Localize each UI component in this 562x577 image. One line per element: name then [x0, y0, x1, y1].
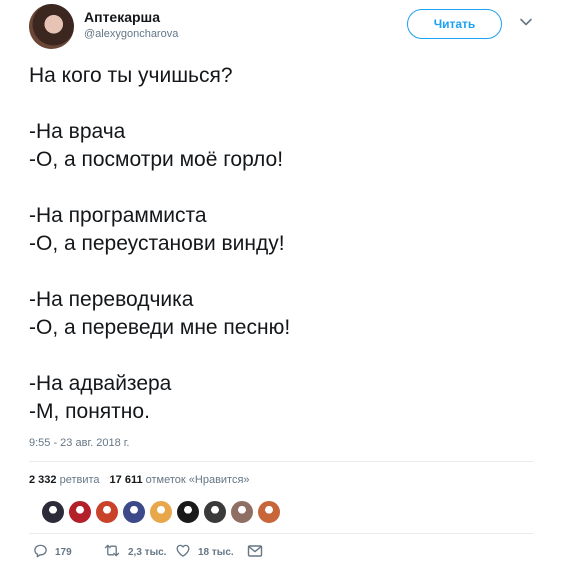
tweet-stats: 2 332 ретвита 17 611 отметок «Нравится»: [29, 474, 250, 486]
reply-button[interactable]: 179: [33, 541, 72, 563]
tweet-timestamp[interactable]: 9:55 - 23 авг. 2018 г.: [29, 437, 129, 449]
retweet-count-link[interactable]: 2 332 ретвита: [29, 474, 100, 486]
tweet-line: -На врача: [29, 120, 126, 143]
liker-avatar[interactable]: [122, 500, 146, 524]
divider: [29, 533, 533, 534]
tweet-line: На кого ты учишься?: [29, 64, 233, 87]
reply-count: 179: [55, 546, 72, 558]
liker-avatars: [41, 500, 284, 524]
liker-avatar[interactable]: [176, 500, 200, 524]
retweet-icon: [103, 543, 128, 561]
like-count: 17 611: [109, 474, 143, 486]
retweet-action-count: 2,3 тыс.: [128, 546, 167, 558]
liker-avatar[interactable]: [203, 500, 227, 524]
envelope-icon: [247, 544, 270, 561]
tweet-text: На кого ты учишься? -На врача -О, а посм…: [29, 62, 529, 426]
tweet-line: -На программиста: [29, 204, 207, 227]
like-count-label: отметок «Нравится»: [145, 474, 250, 486]
tweet-card: Аптекарша @alexygoncharova Читать На ког…: [0, 0, 562, 577]
liker-avatar[interactable]: [95, 500, 119, 524]
divider: [29, 461, 533, 462]
like-button[interactable]: 18 тыс.: [175, 541, 234, 563]
liker-avatar[interactable]: [257, 500, 281, 524]
tweet-line: -На адвайзера: [29, 372, 172, 395]
liker-avatar[interactable]: [41, 500, 65, 524]
retweet-count: 2 332: [29, 474, 57, 486]
user-handle[interactable]: @alexygoncharova: [84, 28, 178, 40]
reply-icon: [33, 543, 55, 561]
message-button[interactable]: [247, 541, 270, 563]
tweet-line: -О, а переведи мне песню!: [29, 316, 291, 339]
tweet-line: -О, а переустанови винду!: [29, 232, 285, 255]
like-count-link[interactable]: 17 611 отметок «Нравится»: [110, 474, 250, 486]
tweet-line: -М, понятно.: [29, 400, 150, 423]
follow-button[interactable]: Читать: [407, 9, 502, 39]
chevron-down-icon[interactable]: [518, 14, 534, 30]
tweet-line: -На переводчика: [29, 288, 194, 311]
retweet-button[interactable]: 2,3 тыс.: [103, 541, 166, 563]
like-action-count: 18 тыс.: [198, 546, 234, 558]
tweet-line: -О, а посмотри моё горло!: [29, 148, 284, 171]
user-name[interactable]: Аптекарша: [84, 9, 160, 25]
liker-avatar[interactable]: [68, 500, 92, 524]
liker-avatar[interactable]: [230, 500, 254, 524]
heart-icon: [175, 543, 198, 561]
retweet-count-label: ретвита: [59, 474, 100, 486]
avatar[interactable]: [29, 4, 74, 49]
liker-avatar[interactable]: [149, 500, 173, 524]
